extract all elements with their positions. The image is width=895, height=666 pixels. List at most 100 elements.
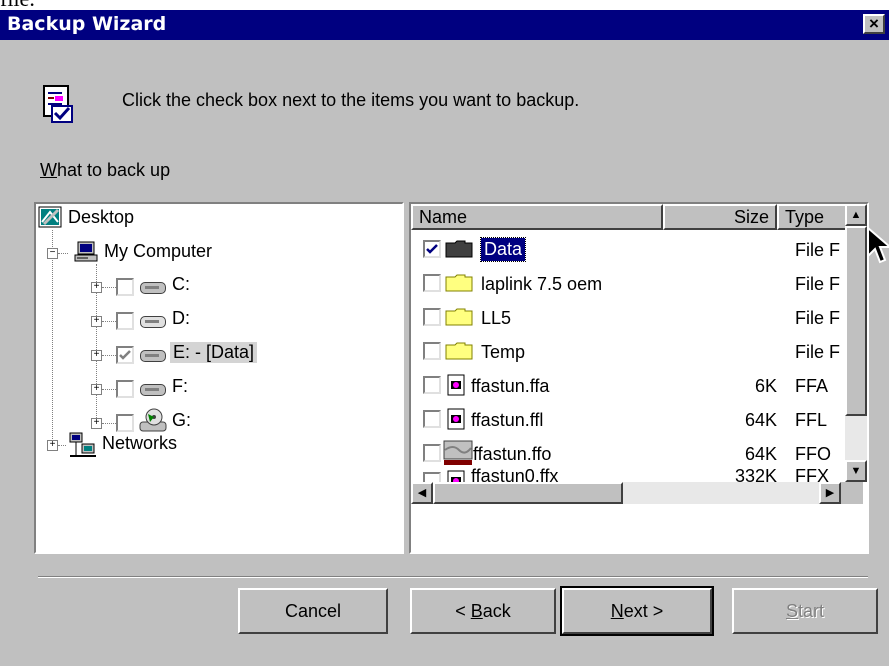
item-checkbox[interactable] bbox=[423, 240, 441, 258]
separator bbox=[38, 577, 868, 578]
file-type: FFA bbox=[795, 376, 829, 396]
scroll-up-button[interactable]: ▲ bbox=[845, 204, 867, 226]
expand-toggle[interactable]: + bbox=[91, 384, 102, 395]
list-item[interactable]: Data File F bbox=[421, 234, 841, 266]
file-name: Data bbox=[479, 237, 527, 262]
mouse-pointer-icon bbox=[867, 226, 892, 264]
cancel-button[interactable]: Cancel bbox=[238, 588, 388, 634]
removable-drive-icon bbox=[140, 316, 166, 328]
file-name: ffastun.ffo bbox=[473, 444, 552, 464]
tree-item-label: My Computer bbox=[104, 241, 213, 261]
desktop-icon bbox=[38, 206, 62, 228]
expand-toggle[interactable]: + bbox=[91, 282, 102, 293]
file-size: 64K bbox=[744, 444, 777, 464]
list-item[interactable]: ffastun0.ffx 332K FFX bbox=[421, 466, 841, 482]
drive-e-checkbox[interactable] bbox=[116, 346, 134, 364]
expand-toggle[interactable]: + bbox=[91, 350, 102, 361]
scroll-left-button[interactable]: ◀ bbox=[411, 482, 433, 504]
horizontal-scrollbar[interactable]: ◀ ▶ bbox=[411, 482, 841, 504]
folder-tree[interactable]: Desktop − My Computer + C: + D: + E: - [… bbox=[34, 202, 404, 554]
file-name: LL5 bbox=[481, 308, 512, 328]
tree-item-label: G: bbox=[172, 410, 192, 430]
file-type: File F bbox=[795, 308, 840, 328]
list-item[interactable]: Temp File F bbox=[421, 336, 841, 368]
window-title: Backup Wizard bbox=[7, 13, 167, 35]
item-checkbox[interactable] bbox=[423, 308, 441, 326]
hard-drive-icon bbox=[140, 384, 166, 396]
hard-drive-icon bbox=[140, 282, 166, 294]
item-checkbox[interactable] bbox=[423, 376, 441, 394]
item-checkbox[interactable] bbox=[423, 410, 441, 428]
file-list[interactable]: Name Size Type Data File F laplink 7.5 o… bbox=[409, 202, 869, 554]
tree-item-label: Desktop bbox=[68, 207, 135, 227]
cd-drive-icon bbox=[139, 408, 167, 432]
start-button[interactable]: Start bbox=[732, 588, 878, 634]
drive-g-checkbox[interactable] bbox=[116, 414, 134, 432]
scrollbar-corner bbox=[841, 482, 863, 504]
item-checkbox[interactable] bbox=[423, 342, 441, 360]
tree-item-drive-g[interactable]: G: bbox=[172, 410, 191, 431]
hard-drive-icon bbox=[140, 350, 166, 362]
item-checkbox[interactable] bbox=[423, 444, 441, 462]
drive-f-checkbox[interactable] bbox=[116, 380, 134, 398]
tree-item-drive-f[interactable]: F: bbox=[172, 376, 188, 397]
vertical-scroll-thumb[interactable] bbox=[845, 226, 867, 416]
list-item[interactable]: laplink 7.5 oem File F bbox=[421, 268, 841, 300]
file-type: File F bbox=[795, 240, 840, 260]
scroll-down-button[interactable]: ▼ bbox=[845, 460, 867, 482]
tree-item-label: F: bbox=[172, 376, 188, 396]
backup-wizard-dialog: Backup Wizard × Click the check box next… bbox=[0, 10, 892, 666]
back-button[interactable]: < Back bbox=[410, 588, 556, 634]
computer-icon bbox=[74, 241, 98, 262]
file-icon bbox=[447, 374, 465, 396]
item-checkbox[interactable] bbox=[423, 472, 441, 482]
file-icon bbox=[447, 470, 465, 482]
folder-icon bbox=[445, 274, 473, 292]
folder-icon bbox=[445, 342, 473, 360]
list-item[interactable]: ffastun.ffl 64K FFL bbox=[421, 404, 841, 436]
collapse-toggle[interactable]: − bbox=[47, 248, 58, 259]
title-bar[interactable]: Backup Wizard × bbox=[0, 10, 889, 40]
expand-toggle[interactable]: + bbox=[91, 418, 102, 429]
tree-item-drive-e[interactable]: E: - [Data] bbox=[170, 342, 258, 363]
folder-dark-icon bbox=[445, 240, 473, 258]
column-header-type[interactable]: Type bbox=[777, 204, 847, 230]
column-header-size[interactable]: Size bbox=[663, 204, 777, 230]
file-type: FFL bbox=[795, 410, 828, 430]
tree-item-drive-d[interactable]: D: bbox=[172, 308, 190, 329]
scroll-right-button[interactable]: ▶ bbox=[819, 482, 841, 504]
vertical-scrollbar[interactable]: ▲ ▼ bbox=[845, 204, 867, 482]
expand-toggle[interactable]: + bbox=[47, 440, 58, 451]
file-size: 6K bbox=[754, 376, 777, 396]
horizontal-scroll-thumb[interactable] bbox=[433, 482, 623, 504]
tree-item-label: Networks bbox=[102, 433, 178, 453]
tree-item-drive-c[interactable]: C: bbox=[172, 274, 190, 295]
tree-item-label: C: bbox=[172, 274, 190, 294]
column-header-name[interactable]: Name bbox=[411, 204, 663, 230]
expand-toggle[interactable]: + bbox=[91, 316, 102, 327]
file-name: ffastun.ffa bbox=[471, 376, 550, 396]
image-file-icon bbox=[443, 440, 473, 465]
list-item[interactable]: LL5 File F bbox=[421, 302, 841, 334]
file-type: File F bbox=[795, 274, 840, 294]
drive-d-checkbox[interactable] bbox=[116, 312, 134, 330]
file-icon bbox=[447, 408, 465, 430]
file-name: Temp bbox=[481, 342, 526, 362]
file-type: FFO bbox=[795, 444, 831, 464]
instruction-text: Click the check box next to the items yo… bbox=[122, 90, 580, 110]
file-type: FFX bbox=[795, 466, 829, 482]
drive-c-checkbox[interactable] bbox=[116, 278, 134, 296]
close-button[interactable]: × bbox=[863, 14, 885, 34]
network-icon bbox=[69, 432, 96, 457]
next-button[interactable]: Next > bbox=[560, 586, 714, 636]
list-item[interactable]: ffastun.ffa 6K FFA bbox=[421, 370, 841, 402]
checklist-icon bbox=[42, 84, 76, 129]
tree-item-label: E: - [Data] bbox=[173, 342, 255, 362]
tree-item-label: D: bbox=[172, 308, 190, 328]
what-to-back-up-label: What to back up bbox=[40, 160, 171, 180]
check-mark-icon bbox=[426, 244, 438, 254]
file-size: 64K bbox=[744, 410, 777, 430]
file-type: File F bbox=[795, 342, 840, 362]
item-checkbox[interactable] bbox=[423, 274, 441, 292]
file-name: ffastun0.ffx bbox=[471, 466, 559, 482]
